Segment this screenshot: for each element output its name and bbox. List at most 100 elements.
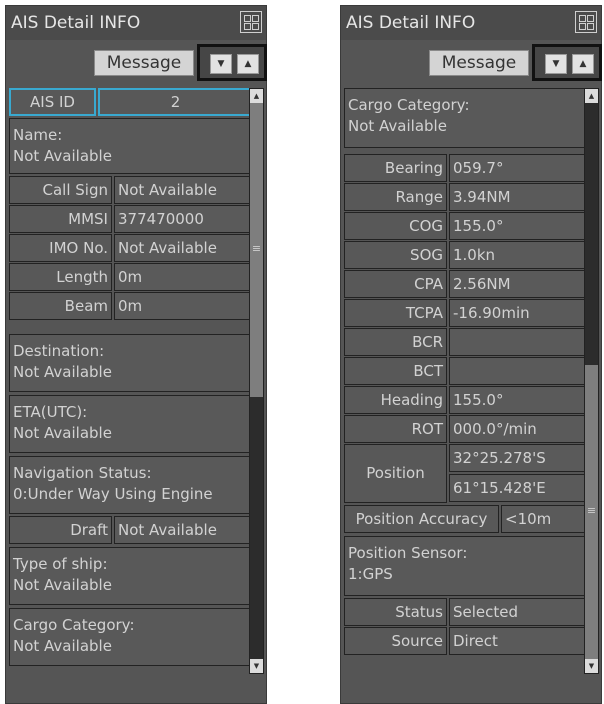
table-row: COG 155.0° <box>344 212 588 240</box>
scroll-thumb[interactable]: ≡ <box>250 103 263 397</box>
row-value: 000.0°/min <box>449 415 588 443</box>
source-label: Source <box>344 627 447 655</box>
status-row: Status Selected <box>344 598 588 626</box>
ship-type-value: Not Available <box>13 576 112 594</box>
navigation-status-label: Navigation Status: <box>13 464 152 482</box>
panel-title: AIS Detail INFO <box>6 6 266 40</box>
position-sensor-value: 1:GPS <box>348 565 393 583</box>
row-label: SOG <box>344 241 447 269</box>
table-row: SOG 1.0kn <box>344 241 588 269</box>
position-sensor-label: Position Sensor: <box>348 544 468 562</box>
row-value: 155.0° <box>449 386 588 414</box>
table-row: Heading 155.0° <box>344 386 588 414</box>
row-value: 1.0kn <box>449 241 588 269</box>
row-value: 059.7° <box>449 154 588 182</box>
ais-id-row: AIS ID 2 <box>9 88 253 116</box>
navigation-status-block: Navigation Status: 0:Under Way Using Eng… <box>9 456 253 514</box>
destination-block: Destination: Not Available <box>9 334 253 392</box>
row-label: IMO No. <box>9 234 112 262</box>
row-label: BCR <box>344 328 447 356</box>
window-grid-icon[interactable] <box>240 11 262 33</box>
table-row: ROT 000.0°/min <box>344 415 588 443</box>
table-row: Length 0m <box>9 263 253 291</box>
row-label: MMSI <box>9 205 112 233</box>
table-row: Range 3.94NM <box>344 183 588 211</box>
vertical-scrollbar[interactable]: ▲ ≡ ▼ <box>249 88 264 674</box>
position-sensor-block: Position Sensor: 1:GPS <box>344 536 588 596</box>
grip-icon: ≡ <box>251 242 262 255</box>
scroll-down-icon[interactable]: ▼ <box>585 659 598 673</box>
position-latitude: 32°25.278'S <box>449 444 588 472</box>
panel-title-text: AIS Detail INFO <box>346 13 476 33</box>
draft-value: Not Available <box>114 516 253 544</box>
table-row: BCR <box>344 328 588 356</box>
row-value: 155.0° <box>449 212 588 240</box>
scroll-thumb[interactable]: ≡ <box>585 365 598 661</box>
ais-id-label: AIS ID <box>9 88 96 116</box>
cargo-category-block: Cargo Category: Not Available <box>9 608 253 666</box>
table-row: Beam 0m <box>9 292 253 320</box>
table-row: MMSI 377470000 <box>9 205 253 233</box>
ais-id-value[interactable]: 2 <box>98 88 253 116</box>
message-button[interactable]: Message <box>429 50 529 76</box>
scroll-up-icon[interactable]: ▲ <box>250 89 263 103</box>
row-label: ROT <box>344 415 447 443</box>
row-value: 377470000 <box>114 205 253 233</box>
draft-label: Draft <box>9 516 112 544</box>
ship-type-block: Type of ship: Not Available <box>9 547 253 605</box>
message-toolbar: Message ▼ ▲ <box>341 42 602 82</box>
table-row: Call Sign Not Available <box>9 176 253 204</box>
eta-value: Not Available <box>13 424 112 442</box>
eta-block: ETA(UTC): Not Available <box>9 395 253 453</box>
scroll-up-icon[interactable]: ▲ <box>585 89 598 103</box>
message-button[interactable]: Message <box>94 50 194 76</box>
row-label: Length <box>9 263 112 291</box>
cargo-category-label: Cargo Category: <box>13 616 135 634</box>
name-label: Name: <box>13 126 63 144</box>
navigation-status-value: 0:Under Way Using Engine <box>13 485 213 503</box>
vertical-scrollbar[interactable]: ▲ ≡ ▼ <box>584 88 599 674</box>
ship-type-label: Type of ship: <box>13 555 108 573</box>
name-block: Name: Not Available <box>9 118 253 174</box>
row-value <box>449 328 588 356</box>
position-accuracy-row: Position Accuracy <10m <box>344 505 588 533</box>
source-value: Direct <box>449 627 588 655</box>
triangle-down-icon[interactable]: ▼ <box>210 54 232 74</box>
table-row: TCPA -16.90min <box>344 299 588 327</box>
row-value <box>449 357 588 385</box>
triangle-up-icon[interactable]: ▲ <box>237 54 259 74</box>
window-grid-icon[interactable] <box>575 11 597 33</box>
ais-detail-panel-left: AIS Detail INFO Message ▼ ▲ AIS ID 2 Nam… <box>5 5 267 704</box>
position-label: Position <box>344 444 447 503</box>
detail-list: AIS ID 2 Name: Not Available Call Sign N… <box>9 84 253 674</box>
cargo-category-label: Cargo Category: <box>348 96 470 114</box>
source-row: Source Direct <box>344 627 588 655</box>
row-label: BCT <box>344 357 447 385</box>
row-value: Not Available <box>114 234 253 262</box>
grip-icon: ≡ <box>586 504 597 517</box>
row-label: Range <box>344 183 447 211</box>
row-label: TCPA <box>344 299 447 327</box>
panel-title-text: AIS Detail INFO <box>11 13 141 33</box>
position-row: Position 32°25.278'S 61°15.428'E <box>344 444 588 503</box>
triangle-down-icon[interactable]: ▼ <box>545 54 567 74</box>
row-label: Heading <box>344 386 447 414</box>
row-label: CPA <box>344 270 447 298</box>
destination-value: Not Available <box>13 363 112 381</box>
status-value: Selected <box>449 598 588 626</box>
position-longitude: 61°15.428'E <box>449 474 588 502</box>
position-accuracy-value: <10m <box>501 505 588 533</box>
name-value: Not Available <box>13 147 112 165</box>
row-value: 3.94NM <box>449 183 588 211</box>
status-label: Status <box>344 598 447 626</box>
scroll-down-icon[interactable]: ▼ <box>250 659 263 673</box>
row-label: Call Sign <box>9 176 112 204</box>
arrow-button-group: ▼ ▲ <box>197 44 267 81</box>
row-value: Not Available <box>114 176 253 204</box>
arrow-button-group: ▼ ▲ <box>532 44 602 81</box>
triangle-up-icon[interactable]: ▲ <box>572 54 594 74</box>
cargo-category-value: Not Available <box>348 117 447 135</box>
table-row: Bearing 059.7° <box>344 154 588 182</box>
row-label: COG <box>344 212 447 240</box>
table-row: IMO No. Not Available <box>9 234 253 262</box>
